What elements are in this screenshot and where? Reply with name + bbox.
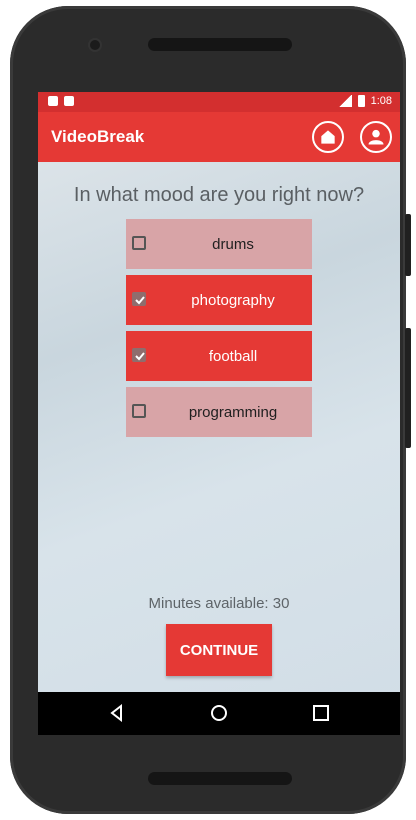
mood-question: In what mood are you right now? xyxy=(73,184,365,206)
option-drums[interactable]: drums xyxy=(126,219,312,269)
sd-card-icon xyxy=(48,96,58,106)
power-button[interactable] xyxy=(405,214,411,276)
home-button[interactable] xyxy=(312,121,344,153)
back-icon[interactable] xyxy=(108,704,126,722)
checkbox-checked[interactable] xyxy=(132,292,146,306)
recents-icon[interactable] xyxy=(312,704,330,722)
lte-signal-icon xyxy=(337,95,352,107)
checkbox-unchecked[interactable] xyxy=(132,236,146,250)
navigation-bar xyxy=(38,692,400,735)
photo-icon xyxy=(64,96,74,106)
checkbox-unchecked[interactable] xyxy=(132,404,146,418)
phone-frame: 1:08 VideoBreak In what mood are you rig… xyxy=(10,6,411,814)
app-bar: VideoBreak xyxy=(38,112,400,162)
option-label: football xyxy=(208,347,258,365)
status-time: 1:08 xyxy=(370,95,392,107)
app-title: VideoBreak xyxy=(51,127,145,146)
minutes-available: Minutes available: 30 xyxy=(148,595,290,612)
top-speaker xyxy=(148,38,292,51)
checkmark-icon xyxy=(135,296,145,305)
option-label: photography xyxy=(191,291,275,309)
option-programming[interactable]: programming xyxy=(126,387,312,437)
option-football[interactable]: football xyxy=(126,331,312,381)
profile-icon xyxy=(368,129,384,145)
option-label: programming xyxy=(188,403,278,421)
checkmark-icon xyxy=(135,352,145,361)
battery-icon xyxy=(357,95,365,107)
option-label: drums xyxy=(212,235,254,253)
continue-button[interactable]: CONTINUE xyxy=(166,624,272,676)
screen: 1:08 VideoBreak In what mood are you rig… xyxy=(38,92,400,735)
home-nav-icon[interactable] xyxy=(210,704,228,722)
volume-button[interactable] xyxy=(405,328,411,448)
front-camera xyxy=(90,40,100,50)
home-icon xyxy=(321,130,335,144)
bottom-speaker xyxy=(148,772,292,785)
status-bar: 1:08 xyxy=(38,92,400,112)
checkbox-checked[interactable] xyxy=(132,348,146,362)
option-photography[interactable]: photography xyxy=(126,275,312,325)
profile-button[interactable] xyxy=(360,121,392,153)
